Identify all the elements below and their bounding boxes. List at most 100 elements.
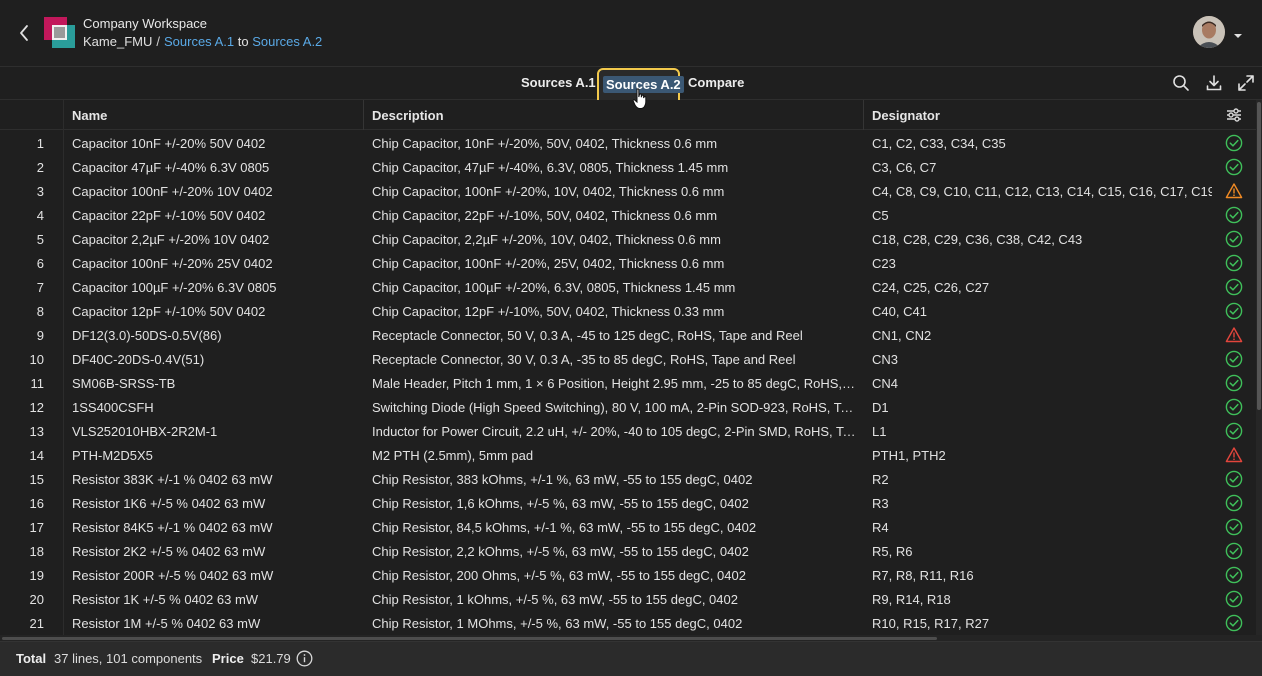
- column-header-designator[interactable]: Designator: [872, 108, 940, 123]
- status-ok-check-icon[interactable]: [1225, 470, 1243, 488]
- status-ok-check-icon[interactable]: [1225, 158, 1243, 176]
- row-description: Switching Diode (High Speed Switching), …: [372, 400, 858, 415]
- top-header: Company Workspace Kame_FMU / Sources A.1 t…: [0, 0, 1262, 66]
- download-icon[interactable]: [1205, 74, 1223, 92]
- status-ok-check-icon[interactable]: [1225, 590, 1243, 608]
- status-ok-check-icon[interactable]: [1225, 374, 1243, 392]
- column-header-description[interactable]: Description: [372, 108, 444, 123]
- row-part-name: Capacitor 47µF +/-40% 6.3V 0805: [72, 160, 270, 175]
- row-description: Chip Resistor, 383 kOhms, +/-1 %, 63 mW,…: [372, 472, 753, 487]
- table-row[interactable]: 13 VLS252010HBX-2R2M-1 Inductor for Power …: [0, 419, 1262, 443]
- info-icon[interactable]: [296, 650, 313, 667]
- status-ok-check-icon[interactable]: [1225, 254, 1243, 272]
- column-divider[interactable]: [363, 100, 364, 130]
- table-row[interactable]: 8 Capacitor 12pF +/-10% 50V 0402 Chip Capa…: [0, 299, 1262, 323]
- total-value: 37 lines, 101 components: [54, 651, 203, 666]
- row-description: Chip Capacitor, 22pF +/-10%, 50V, 0402, …: [372, 208, 718, 223]
- table-row[interactable]: 4 Capacitor 22pF +/-10% 50V 0402 Chip Capa…: [0, 203, 1262, 227]
- tab-compare[interactable]: Compare: [688, 75, 744, 90]
- status-error-warning-icon[interactable]: [1225, 446, 1243, 464]
- row-designator: C1, C2, C33, C34, C35: [872, 136, 1006, 151]
- table-row[interactable]: 7 Capacitor 100µF +/-20% 6.3V 0805 Chip Ca…: [0, 275, 1262, 299]
- row-part-name: Capacitor 22pF +/-10% 50V 0402: [72, 208, 266, 223]
- row-index: 10: [29, 352, 44, 367]
- breadcrumb-project[interactable]: Kame_FMU: [83, 34, 152, 49]
- table-row[interactable]: 19 Resistor 200R +/-5 % 0402 63 mW Chip Re…: [0, 563, 1262, 587]
- row-description: Chip Resistor, 84,5 kOhms, +/-1 %, 63 mW…: [372, 520, 757, 535]
- table-row[interactable]: 16 Resistor 1K6 +/-5 % 0402 63 mW Chip Res…: [0, 491, 1262, 515]
- table-row[interactable]: 12 1SS400CSFH Switching Diode (High Speed …: [0, 395, 1262, 419]
- row-description: Chip Capacitor, 100µF +/-20%, 6.3V, 0805…: [372, 280, 736, 295]
- row-index: 12: [29, 400, 44, 415]
- breadcrumb-source-from-link[interactable]: Sources A.1: [164, 34, 234, 49]
- row-part-name: Capacitor 2,2µF +/-20% 10V 0402: [72, 232, 270, 247]
- row-part-name: 1SS400CSFH: [72, 400, 154, 415]
- column-divider[interactable]: [863, 100, 864, 130]
- status-ok-check-icon[interactable]: [1225, 134, 1243, 152]
- status-ok-check-icon[interactable]: [1225, 398, 1243, 416]
- table-row[interactable]: 18 Resistor 2K2 +/-5 % 0402 63 mW Chip Res…: [0, 539, 1262, 563]
- row-index: 16: [29, 496, 44, 511]
- row-part-name: Capacitor 100nF +/-20% 10V 0402: [72, 184, 273, 199]
- row-part-name: Capacitor 100nF +/-20% 25V 0402: [72, 256, 273, 271]
- status-ok-check-icon[interactable]: [1225, 302, 1243, 320]
- table-row[interactable]: 6 Capacitor 100nF +/-20% 25V 0402 Chip Cap…: [0, 251, 1262, 275]
- table-row[interactable]: 21 Resistor 1M +/-5 % 0402 63 mW Chip Resi…: [0, 611, 1262, 635]
- row-index: 3: [36, 184, 44, 199]
- table-row[interactable]: 10 DF40C-20DS-0.4V(51) Receptacle Connecto…: [0, 347, 1262, 371]
- status-ok-check-icon[interactable]: [1225, 614, 1243, 632]
- tab-bar: Sources A.1 Sources A.2 Compare: [0, 66, 1262, 114]
- status-ok-check-icon[interactable]: [1225, 350, 1243, 368]
- status-warning-icon[interactable]: [1225, 182, 1243, 200]
- status-ok-check-icon[interactable]: [1225, 494, 1243, 512]
- row-index: 19: [29, 568, 44, 583]
- status-ok-check-icon[interactable]: [1225, 230, 1243, 248]
- back-arrow-icon[interactable]: [14, 22, 34, 44]
- row-index: 2: [36, 160, 44, 175]
- table-row[interactable]: 15 Resistor 383K +/-1 % 0402 63 mW Chip Re…: [0, 467, 1262, 491]
- status-error-warning-icon[interactable]: [1225, 326, 1243, 344]
- table-row[interactable]: 3 Capacitor 100nF +/-20% 10V 0402 Chip Cap…: [0, 179, 1262, 203]
- chevron-down-icon[interactable]: [1233, 28, 1243, 43]
- row-description: Inductor for Power Circuit, 2.2 uH, +/- …: [372, 424, 858, 439]
- status-ok-check-icon[interactable]: [1225, 566, 1243, 584]
- table-row[interactable]: 14 PTH-M2D5X5 M2 PTH (2.5mm), 5mm pad PTH1,…: [0, 443, 1262, 467]
- row-index: 8: [36, 304, 44, 319]
- row-index: 15: [29, 472, 44, 487]
- table-row[interactable]: 11 SM06B-SRSS-TB Male Header, Pitch 1 mm, …: [0, 371, 1262, 395]
- row-description: Chip Resistor, 1,6 kOhms, +/-5 %, 63 mW,…: [372, 496, 749, 511]
- table-row[interactable]: 1 Capacitor 10nF +/-20% 50V 0402 Chip Capa…: [0, 131, 1262, 155]
- table-row[interactable]: 17 Resistor 84K5 +/-1 % 0402 63 mW Chip Re…: [0, 515, 1262, 539]
- horizontal-scrollbar-thumb[interactable]: [2, 637, 937, 640]
- row-index: 20: [29, 592, 44, 607]
- column-header-name[interactable]: Name: [72, 108, 107, 123]
- total-label: Total: [16, 651, 47, 666]
- status-ok-check-icon[interactable]: [1225, 518, 1243, 536]
- row-description: M2 PTH (2.5mm), 5mm pad: [372, 448, 534, 463]
- status-ok-check-icon[interactable]: [1225, 206, 1243, 224]
- vertical-scrollbar-thumb[interactable]: [1257, 102, 1261, 410]
- table-row[interactable]: 2 Capacitor 47µF +/-40% 6.3V 0805 Chip Cap…: [0, 155, 1262, 179]
- status-ok-check-icon[interactable]: [1225, 422, 1243, 440]
- status-ok-check-icon[interactable]: [1225, 278, 1243, 296]
- user-avatar[interactable]: [1193, 16, 1225, 48]
- status-ok-check-icon[interactable]: [1225, 542, 1243, 560]
- row-designator: CN4: [872, 376, 899, 391]
- fullscreen-icon[interactable]: [1237, 74, 1255, 92]
- table-row[interactable]: 20 Resistor 1K +/-5 % 0402 63 mW Chip Resi…: [0, 587, 1262, 611]
- row-designator: R9, R14, R18: [872, 592, 951, 607]
- row-designator: R7, R8, R11, R16: [872, 568, 974, 583]
- breadcrumb: Kame_FMU / Sources A.1 to Sources A.2: [83, 34, 322, 49]
- table-row[interactable]: 5 Capacitor 2,2µF +/-20% 10V 0402 Chip Cap…: [0, 227, 1262, 251]
- table-row[interactable]: 9 DF12(3.0)-50DS-0.5V(86) Receptacle Conne…: [0, 323, 1262, 347]
- breadcrumb-source-to-link[interactable]: Sources A.2: [252, 34, 322, 49]
- tab-sources-a1[interactable]: Sources A.1: [521, 75, 596, 90]
- search-icon[interactable]: [1172, 74, 1190, 92]
- table-header: Name Description Designator: [0, 100, 1262, 130]
- row-index: 1: [36, 136, 44, 151]
- row-designator: C40, C41: [872, 304, 927, 319]
- row-designator: CN3: [872, 352, 899, 367]
- row-description: Chip Resistor, 200 Ohms, +/-5 %, 63 mW, …: [372, 568, 746, 583]
- column-settings-icon[interactable]: [1225, 106, 1243, 124]
- row-designator: D1: [872, 400, 889, 415]
